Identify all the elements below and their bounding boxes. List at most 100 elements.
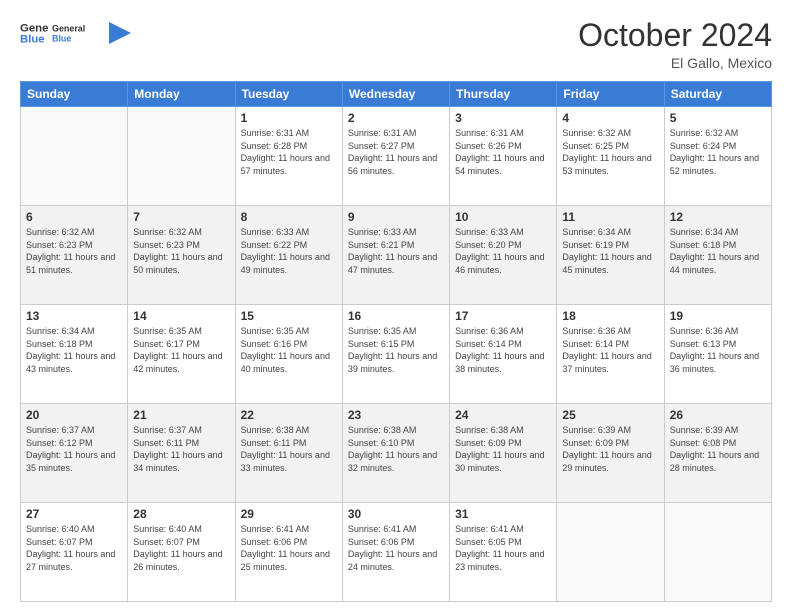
day-info: Sunrise: 6:33 AMSunset: 6:22 PMDaylight:… [241,226,337,276]
day-number: 25 [562,408,658,422]
day-number: 14 [133,309,229,323]
day-info: Sunrise: 6:38 AMSunset: 6:09 PMDaylight:… [455,424,551,474]
main-title: October 2024 [578,18,772,53]
header-sunday: Sunday [21,82,128,107]
calendar-cell: 13 Sunrise: 6:34 AMSunset: 6:18 PMDayligh… [21,305,128,404]
day-number: 3 [455,111,551,125]
day-info: Sunrise: 6:36 AMSunset: 6:13 PMDaylight:… [670,325,766,375]
calendar-cell: 19 Sunrise: 6:36 AMSunset: 6:13 PMDayligh… [664,305,771,404]
calendar-cell: 2Sunrise: 6:31 AMSunset: 6:27 PMDaylight… [342,107,449,206]
svg-text:General: General [20,22,48,34]
calendar-cell: 31Sunrise: 6:41 AMSunset: 6:05 PMDayligh… [450,503,557,602]
day-number: 12 [670,210,766,224]
calendar-cell: 5Sunrise: 6:32 AMSunset: 6:24 PMDaylight… [664,107,771,206]
calendar-cell: 26 Sunrise: 6:39 AMSunset: 6:08 PMDayligh… [664,404,771,503]
calendar-cell: 22 Sunrise: 6:38 AMSunset: 6:11 PMDayligh… [235,404,342,503]
logo: General Blue General Blue [20,18,131,48]
calendar-cell: 25 Sunrise: 6:39 AMSunset: 6:09 PMDayligh… [557,404,664,503]
day-number: 20 [26,408,122,422]
calendar-cell: 24 Sunrise: 6:38 AMSunset: 6:09 PMDayligh… [450,404,557,503]
day-number: 7 [133,210,229,224]
day-number: 19 [670,309,766,323]
day-number: 16 [348,309,444,323]
calendar-cell: 17 Sunrise: 6:36 AMSunset: 6:14 PMDayligh… [450,305,557,404]
day-number: 8 [241,210,337,224]
day-number: 22 [241,408,337,422]
day-info: Sunrise: 6:41 AMSunset: 6:06 PMDaylight:… [348,523,444,573]
day-info: Sunrise: 6:34 AMSunset: 6:18 PMDaylight:… [26,325,122,375]
svg-text:General: General [52,24,85,34]
day-info: Sunrise: 6:39 AMSunset: 6:08 PMDaylight:… [670,424,766,474]
day-number: 13 [26,309,122,323]
day-number: 4 [562,111,658,125]
day-number: 9 [348,210,444,224]
header-wednesday: Wednesday [342,82,449,107]
day-info: Sunrise: 6:35 AMSunset: 6:16 PMDaylight:… [241,325,337,375]
day-info: Sunrise: 6:33 AMSunset: 6:20 PMDaylight:… [455,226,551,276]
calendar-cell: 14 Sunrise: 6:35 AMSunset: 6:17 PMDayligh… [128,305,235,404]
day-info: Sunrise: 6:41 AMSunset: 6:05 PMDaylight:… [455,523,551,573]
subtitle: El Gallo, Mexico [578,55,772,71]
day-number: 24 [455,408,551,422]
calendar-cell: 9 Sunrise: 6:33 AMSunset: 6:21 PMDaylight… [342,206,449,305]
calendar-cell: 6 Sunrise: 6:32 AMSunset: 6:23 PMDaylight… [21,206,128,305]
day-info: Sunrise: 6:36 AMSunset: 6:14 PMDaylight:… [562,325,658,375]
calendar-cell [128,107,235,206]
calendar-cell: 8 Sunrise: 6:33 AMSunset: 6:22 PMDaylight… [235,206,342,305]
day-number: 15 [241,309,337,323]
header-monday: Monday [128,82,235,107]
day-info: Sunrise: 6:35 AMSunset: 6:17 PMDaylight:… [133,325,229,375]
day-number: 29 [241,507,337,521]
calendar-cell: 27Sunrise: 6:40 AMSunset: 6:07 PMDayligh… [21,503,128,602]
svg-text:Blue: Blue [20,34,45,46]
day-info: Sunrise: 6:32 AMSunset: 6:25 PMDaylight:… [562,127,658,177]
calendar-cell: 16 Sunrise: 6:35 AMSunset: 6:15 PMDayligh… [342,305,449,404]
day-info: Sunrise: 6:40 AMSunset: 6:07 PMDaylight:… [26,523,122,573]
day-info: Sunrise: 6:38 AMSunset: 6:11 PMDaylight:… [241,424,337,474]
day-info: Sunrise: 6:33 AMSunset: 6:21 PMDaylight:… [348,226,444,276]
day-number: 2 [348,111,444,125]
day-info: Sunrise: 6:31 AMSunset: 6:28 PMDaylight:… [241,127,337,177]
day-info: Sunrise: 6:32 AMSunset: 6:23 PMDaylight:… [26,226,122,276]
day-number: 6 [26,210,122,224]
day-info: Sunrise: 6:32 AMSunset: 6:24 PMDaylight:… [670,127,766,177]
logo-icon: General Blue [20,19,48,47]
calendar-cell: 12Sunrise: 6:34 AMSunset: 6:18 PMDayligh… [664,206,771,305]
calendar-cell: 11Sunrise: 6:34 AMSunset: 6:19 PMDayligh… [557,206,664,305]
day-number: 18 [562,309,658,323]
calendar-cell: 15 Sunrise: 6:35 AMSunset: 6:16 PMDayligh… [235,305,342,404]
calendar-week-row: 6 Sunrise: 6:32 AMSunset: 6:23 PMDaylight… [21,206,772,305]
calendar-cell: 3Sunrise: 6:31 AMSunset: 6:26 PMDaylight… [450,107,557,206]
calendar-cell: 21 Sunrise: 6:37 AMSunset: 6:11 PMDayligh… [128,404,235,503]
calendar-cell: 18 Sunrise: 6:36 AMSunset: 6:14 PMDayligh… [557,305,664,404]
calendar-cell: 30 Sunrise: 6:41 AMSunset: 6:06 PMDayligh… [342,503,449,602]
calendar-table: Sunday Monday Tuesday Wednesday Thursday… [20,81,772,602]
day-info: Sunrise: 6:38 AMSunset: 6:10 PMDaylight:… [348,424,444,474]
day-info: Sunrise: 6:37 AMSunset: 6:11 PMDaylight:… [133,424,229,474]
calendar-cell: 23Sunrise: 6:38 AMSunset: 6:10 PMDayligh… [342,404,449,503]
day-info: Sunrise: 6:32 AMSunset: 6:23 PMDaylight:… [133,226,229,276]
day-number: 21 [133,408,229,422]
day-number: 1 [241,111,337,125]
calendar-cell: 10Sunrise: 6:33 AMSunset: 6:20 PMDayligh… [450,206,557,305]
header-thursday: Thursday [450,82,557,107]
calendar-cell: 29 Sunrise: 6:41 AMSunset: 6:06 PMDayligh… [235,503,342,602]
calendar-cell: 4 Sunrise: 6:32 AMSunset: 6:25 PMDaylight… [557,107,664,206]
day-info: Sunrise: 6:39 AMSunset: 6:09 PMDaylight:… [562,424,658,474]
calendar-week-row: 20Sunrise: 6:37 AMSunset: 6:12 PMDayligh… [21,404,772,503]
calendar-cell: 28Sunrise: 6:40 AMSunset: 6:07 PMDayligh… [128,503,235,602]
logo-svg: General Blue [52,18,107,48]
day-number: 17 [455,309,551,323]
day-number: 26 [670,408,766,422]
day-number: 30 [348,507,444,521]
calendar-cell [664,503,771,602]
day-info: Sunrise: 6:35 AMSunset: 6:15 PMDaylight:… [348,325,444,375]
day-info: Sunrise: 6:41 AMSunset: 6:06 PMDaylight:… [241,523,337,573]
page-header: General Blue General Blue October 2024 E… [20,18,772,71]
header-friday: Friday [557,82,664,107]
day-number: 11 [562,210,658,224]
day-number: 28 [133,507,229,521]
calendar-cell: 1 Sunrise: 6:31 AMSunset: 6:28 PMDaylight… [235,107,342,206]
calendar-cell [557,503,664,602]
day-info: Sunrise: 6:36 AMSunset: 6:14 PMDaylight:… [455,325,551,375]
